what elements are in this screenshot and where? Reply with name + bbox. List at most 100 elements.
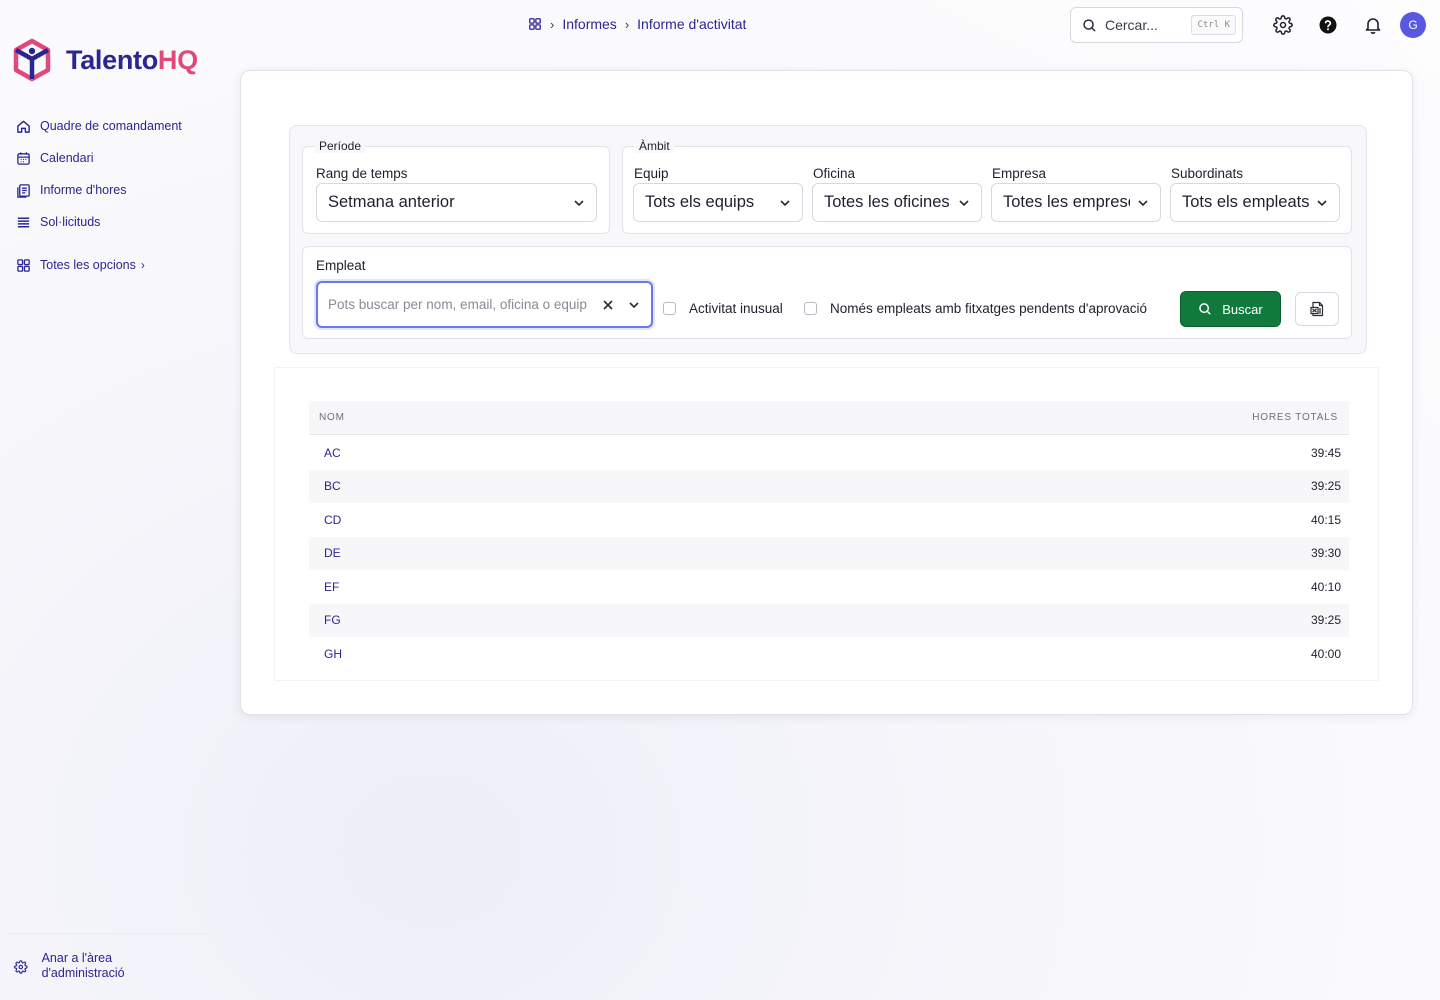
search-placeholder: Cercar...	[1105, 17, 1158, 33]
grid-icon[interactable]	[528, 17, 542, 31]
sidebar-item-requests[interactable]: Sol·licituds	[16, 206, 216, 238]
admin-link-label: Anar a l'àrea d'administració	[41, 951, 125, 980]
employee-name-link[interactable]: EF	[324, 580, 339, 594]
sidebar-divider	[8, 933, 208, 934]
close-icon[interactable]	[601, 298, 615, 312]
sidebar-item-dashboard[interactable]: Quadre de comandament	[16, 110, 216, 142]
search-button-label: Buscar	[1222, 301, 1263, 317]
user-avatar[interactable]: G	[1400, 12, 1426, 38]
office-value: Totes les oficines	[824, 193, 950, 211]
team-value: Tots els equips	[645, 193, 755, 211]
time-range-select[interactable]: Setmana anterior	[316, 183, 597, 222]
gear-icon	[14, 960, 28, 974]
sidebar-item-hours-report[interactable]: Informe d'hores	[16, 174, 216, 206]
search-icon	[1199, 303, 1212, 315]
home-icon	[17, 120, 30, 133]
total-hours: 39:45	[1310, 445, 1341, 460]
help-icon[interactable]	[1318, 15, 1338, 35]
employee-group: Empleat Pots buscar per nom, email, ofic…	[302, 246, 1352, 339]
total-hours: 39:25	[1310, 613, 1341, 628]
search-button[interactable]: Buscar	[1180, 291, 1281, 327]
chevron-down-icon[interactable]	[627, 298, 641, 312]
breadcrumb-reports[interactable]: Informes	[562, 16, 616, 32]
table-row: DE 39:30	[309, 536, 1349, 570]
table-row: GH 40:00	[309, 637, 1349, 671]
table-row: FG 39:25	[309, 603, 1349, 637]
sidebar-item-label: Sol·licituds	[40, 215, 101, 229]
chevron-down-icon	[959, 199, 969, 206]
subordinates-select[interactable]: Tots els empleats	[1170, 183, 1340, 222]
sidebar-item-label: Totes les opcions	[40, 258, 136, 272]
results-table: NOM HORES TOTALS AC 39:45 BC 39:25 CD 40:15…	[274, 367, 1379, 681]
employee-name-link[interactable]: DE	[324, 546, 341, 560]
scope-group: Àmbit Equip Tots els equips Oficina Tote…	[622, 139, 1352, 234]
company-value: Totes les empreses	[1003, 193, 1130, 211]
employee-name-link[interactable]: AC	[324, 446, 341, 460]
chevron-down-icon	[574, 199, 584, 206]
sidebar-item-label: Quadre de comandament	[40, 119, 182, 133]
employee-name-link[interactable]: GH	[324, 647, 342, 661]
scope-legend: Àmbit	[635, 139, 674, 153]
grid-icon	[17, 258, 30, 272]
company-label: Empresa	[992, 166, 1047, 181]
breadcrumb: › Informes › Informe d'activitat	[528, 16, 746, 32]
time-range-value: Setmana anterior	[328, 193, 455, 211]
global-search[interactable]: Cercar... Ctrl K	[1070, 7, 1243, 43]
breadcrumb-separator: ›	[624, 16, 630, 32]
employee-name-link[interactable]: CD	[324, 513, 341, 527]
filters-panel: Període Rang de temps Setmana anterior À…	[289, 125, 1367, 354]
employee-search-input[interactable]: Pots buscar per nom, email, oficina o eq…	[316, 281, 653, 328]
company-select[interactable]: Totes les empreses	[991, 183, 1161, 222]
pending-approval-checkbox[interactable]: Només empleats amb fitxatges pendents d'…	[804, 301, 1147, 316]
checkbox-box[interactable]	[663, 302, 676, 315]
logo-text-part1: Talento	[66, 44, 158, 75]
app-logo[interactable]: TalentoHQ	[12, 38, 198, 82]
checkbox-box[interactable]	[804, 302, 817, 315]
period-group: Període Rang de temps Setmana anterior	[302, 139, 610, 234]
col-header-name[interactable]: NOM	[319, 412, 345, 423]
search-icon	[1083, 18, 1096, 32]
breadcrumb-activity-report[interactable]: Informe d'activitat	[637, 16, 746, 32]
sidebar-item-all-options[interactable]: Totes les opcions ›	[16, 249, 216, 281]
total-hours: 39:30	[1310, 546, 1341, 561]
sidebar-item-label: Calendari	[40, 151, 94, 165]
unusual-activity-checkbox[interactable]: Activitat inusual	[663, 301, 783, 316]
subordinates-value: Tots els empleats	[1182, 193, 1309, 211]
admin-area-link[interactable]: Anar a l'àrea d'administració	[14, 951, 194, 981]
team-select[interactable]: Tots els equips	[633, 183, 803, 222]
unusual-activity-label: Activitat inusual	[689, 301, 783, 316]
table-row: CD 40:15	[309, 503, 1349, 537]
subordinates-label: Subordinats	[1171, 166, 1244, 181]
total-hours: 40:15	[1310, 512, 1341, 527]
employee-search-placeholder: Pots buscar per nom, email, oficina o eq…	[328, 297, 587, 312]
period-legend: Període	[315, 139, 366, 153]
employee-label: Empleat	[316, 258, 366, 273]
report-icon	[17, 183, 30, 198]
time-range-label: Rang de temps	[316, 166, 408, 181]
logo-text: TalentoHQ	[66, 45, 198, 76]
pending-approval-label: Només empleats amb fitxatges pendents d'…	[830, 301, 1147, 316]
office-select[interactable]: Totes les oficines	[812, 183, 982, 222]
logo-text-part2: HQ	[157, 44, 198, 75]
settings-gear-icon[interactable]	[1273, 15, 1293, 35]
total-hours: 39:25	[1310, 479, 1341, 494]
chevron-right-icon: ›	[140, 258, 145, 272]
table-row: AC 39:45	[309, 436, 1349, 470]
breadcrumb-separator: ›	[550, 16, 555, 32]
employee-name-link[interactable]: FG	[324, 613, 341, 627]
team-label: Equip	[634, 166, 669, 181]
excel-export-icon	[1310, 301, 1324, 317]
table-row: BC 39:25	[309, 469, 1349, 503]
list-icon	[17, 217, 30, 227]
employee-name-link[interactable]: BC	[324, 479, 341, 493]
bell-icon[interactable]	[1363, 15, 1383, 35]
export-excel-button[interactable]	[1295, 292, 1339, 326]
table-header: NOM HORES TOTALS	[309, 401, 1349, 435]
chevron-down-icon	[1138, 199, 1148, 206]
table-row: EF 40:10	[309, 570, 1349, 604]
sidebar-item-calendar[interactable]: Calendari	[16, 142, 216, 174]
logo-cube-icon	[13, 38, 51, 82]
sidebar-nav: Quadre de comandament Calendari Informe …	[16, 110, 216, 281]
col-header-total-hours[interactable]: HORES TOTALS	[1252, 412, 1338, 423]
search-shortcut: Ctrl K	[1191, 15, 1236, 35]
